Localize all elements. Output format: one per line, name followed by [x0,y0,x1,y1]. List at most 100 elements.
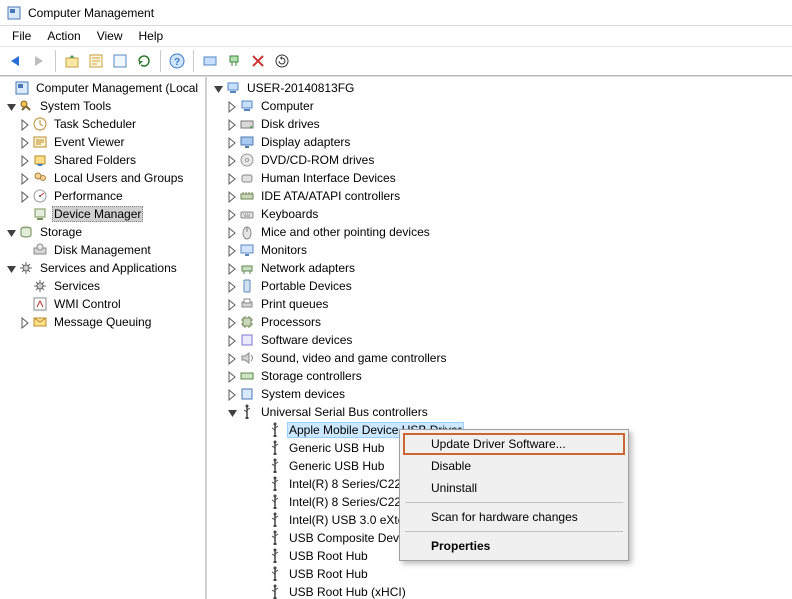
expand-caret-icon[interactable] [225,387,239,401]
tree-category-computer[interactable]: Computer [207,97,792,115]
tree-category-processors[interactable]: Processors [207,313,792,331]
view-devices-button[interactable] [199,50,221,72]
tree-category-mice[interactable]: Mice and other pointing devices [207,223,792,241]
tree-category-system-devices[interactable]: System devices [207,385,792,403]
app-window: Computer Management File Action View Hel… [0,0,792,599]
expand-caret-icon[interactable] [225,189,239,203]
net-icon [239,260,255,276]
expand-caret-icon[interactable] [225,153,239,167]
menu-action[interactable]: Action [39,27,88,45]
refresh-button[interactable] [133,50,155,72]
tree-services-apps[interactable]: Services and Applications [0,259,205,277]
tree-category-portable[interactable]: Portable Devices [207,277,792,295]
expand-caret-icon[interactable] [225,135,239,149]
tree-device-usb-root-hub[interactable]: USB Root Hub [207,565,792,583]
expand-caret-icon[interactable] [225,333,239,347]
up-button[interactable] [61,50,83,72]
tree-category-monitors[interactable]: Monitors [207,241,792,259]
tree-wmi[interactable]: WMI Control [0,295,205,313]
uninstall-button[interactable] [247,50,269,72]
forward-button[interactable] [28,50,50,72]
tree-shared-folders[interactable]: Shared Folders [0,151,205,169]
tree-device-manager[interactable]: Device Manager [0,205,205,223]
tree-category-print[interactable]: Print queues [207,295,792,313]
expand-caret-icon[interactable] [225,351,239,365]
body: Computer Management (Local System Tools … [0,76,792,599]
menu-view[interactable]: View [89,27,131,45]
tree-label: USB Composite Devic [287,531,410,545]
expand-caret-icon[interactable] [4,261,18,275]
expand-caret-icon[interactable] [18,171,32,185]
ctx-properties[interactable]: Properties [403,535,625,557]
console-tree[interactable]: Computer Management (Local System Tools … [0,77,207,599]
tree-event-viewer[interactable]: Event Viewer [0,133,205,151]
back-button[interactable] [4,50,26,72]
ctx-uninstall[interactable]: Uninstall [403,477,625,499]
usb-icon [267,458,283,474]
app-icon [6,5,22,21]
update-driver-button[interactable] [271,50,293,72]
expand-caret-icon[interactable] [225,297,239,311]
expand-caret-icon[interactable] [211,81,225,95]
ctx-scan[interactable]: Scan for hardware changes [403,506,625,528]
tree-message-queuing[interactable]: Message Queuing [0,313,205,331]
tree-category-keyboards[interactable]: Keyboards [207,205,792,223]
tree-storage[interactable]: Storage [0,223,205,241]
tree-category-hid[interactable]: Human Interface Devices [207,169,792,187]
expand-caret-icon[interactable] [225,315,239,329]
help-button[interactable] [166,50,188,72]
tree-category-storage-ctrl[interactable]: Storage controllers [207,367,792,385]
tree-local-users[interactable]: Local Users and Groups [0,169,205,187]
expand-caret-icon[interactable] [4,225,18,239]
expand-caret-icon[interactable] [18,117,32,131]
tree-computer-root[interactable]: USER-20140813FG [207,79,792,97]
scan-hardware-button[interactable] [223,50,245,72]
wmi-icon [32,296,48,312]
gear-icon [32,278,48,294]
expand-caret-icon[interactable] [225,207,239,221]
monitor-icon [239,242,255,258]
expand-caret-icon[interactable] [18,153,32,167]
tree-system-tools[interactable]: System Tools [0,97,205,115]
expand-caret-icon[interactable] [225,279,239,293]
tree-performance[interactable]: Performance [0,187,205,205]
expand-caret-icon[interactable] [18,315,32,329]
show-hide-tree-button[interactable] [85,50,107,72]
expand-caret-icon[interactable] [225,117,239,131]
expand-caret-icon[interactable] [225,99,239,113]
tree-category-display[interactable]: Display adapters [207,133,792,151]
expand-caret-icon[interactable] [225,225,239,239]
expand-caret-icon[interactable] [225,261,239,275]
tree-category-dvd[interactable]: DVD/CD-ROM drives [207,151,792,169]
expand-caret-icon[interactable] [225,171,239,185]
tree-task-scheduler[interactable]: Task Scheduler [0,115,205,133]
tree-category-usb[interactable]: Universal Serial Bus controllers [207,403,792,421]
usb-icon [267,494,283,510]
tree-category-disk-drives[interactable]: Disk drives [207,115,792,133]
expand-caret-icon[interactable] [225,369,239,383]
tree-services[interactable]: Services [0,277,205,295]
ctx-update-driver[interactable]: Update Driver Software... [403,433,625,455]
tree-category-sound[interactable]: Sound, video and game controllers [207,349,792,367]
tree-label: USB Root Hub [287,549,370,563]
device-tree[interactable]: USER-20140813FG Computer Disk drives Dis… [207,77,792,599]
tree-device-usb-root-hub-xhci[interactable]: USB Root Hub (xHCI) [207,583,792,599]
expand-caret-icon[interactable] [18,135,32,149]
ctx-disable[interactable]: Disable [403,455,625,477]
tree-root[interactable]: Computer Management (Local [0,79,205,97]
tree-category-ide[interactable]: IDE ATA/ATAPI controllers [207,187,792,205]
users-icon [32,170,48,186]
properties-button[interactable] [109,50,131,72]
tree-disk-management[interactable]: Disk Management [0,241,205,259]
window-title: Computer Management [28,6,154,20]
expand-caret-icon[interactable] [4,99,18,113]
toolbar-separator [55,50,56,72]
tree-category-software[interactable]: Software devices [207,331,792,349]
expand-caret-icon[interactable] [225,405,239,419]
menu-file[interactable]: File [4,27,39,45]
tree-category-net[interactable]: Network adapters [207,259,792,277]
expand-caret-icon[interactable] [18,189,32,203]
storage-icon [18,224,34,240]
expand-caret-icon[interactable] [225,243,239,257]
menu-help[interactable]: Help [131,27,172,45]
